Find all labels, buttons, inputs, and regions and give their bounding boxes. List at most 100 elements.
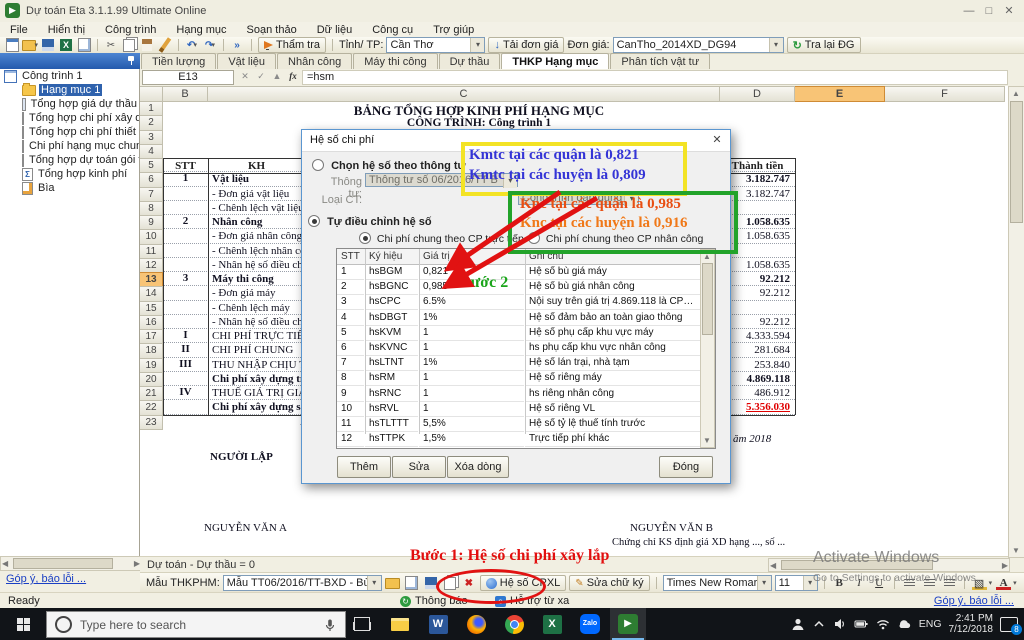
excel-export-button[interactable]: X	[58, 38, 74, 52]
coef-cell-ghi-chu[interactable]: Hệ số phụ cấp khu vực máy	[525, 325, 700, 341]
coef-cell-stt[interactable]: 8	[337, 370, 364, 386]
expand-icon[interactable]: ▲	[270, 70, 284, 83]
menu-item-soan-thao[interactable]: Soạn thảo	[247, 24, 297, 36]
tab-may-thi-cong[interactable]: Máy thi công	[353, 53, 437, 69]
coef-cell-stt[interactable]: 3	[337, 294, 364, 310]
coef-cell-ky-hieu[interactable]: hsKVNC	[365, 340, 418, 356]
column-header-e[interactable]: E	[795, 86, 885, 102]
sheet-v-scrollbar[interactable]: ▲ ▼	[1008, 86, 1024, 558]
clean-button[interactable]	[157, 38, 173, 52]
row-header-3[interactable]: 3	[140, 130, 163, 145]
taskbar-app-chrome[interactable]	[496, 608, 532, 640]
scroll-down-icon[interactable]: ▼	[703, 436, 711, 445]
scroll-down-icon[interactable]: ▼	[1012, 546, 1020, 555]
onedrive-cloud-icon[interactable]	[897, 617, 912, 631]
cut-button[interactable]: ✂	[103, 38, 119, 52]
coef-cell-ghi-chu[interactable]: hs phụ cấp khu vực nhân công	[525, 340, 700, 356]
taskbar-clock[interactable]: 2:41 PM 7/12/2018	[949, 613, 994, 635]
coef-cell-gia-tri[interactable]: 1	[419, 401, 524, 417]
coef-cell-ghi-chu[interactable]: Hệ số riêng VL	[525, 401, 700, 417]
tab-vat-lieu[interactable]: Vật liệu	[217, 53, 276, 69]
font-select[interactable]: Times New Romar ▾	[663, 575, 772, 591]
row-header-4[interactable]: 4	[140, 144, 163, 159]
coef-cell-ky-hieu[interactable]: hsKVM	[365, 325, 418, 341]
start-button[interactable]	[0, 608, 46, 640]
close-button[interactable]: ✕	[1000, 4, 1018, 18]
feedback-link-right[interactable]: Góp ý, báo lỗi ...	[934, 595, 1014, 607]
radio-cp-truc-tiep[interactable]: Chi phí chung theo CP trực tiếp	[359, 232, 524, 245]
province-select[interactable]: Cần Thơ ▾	[386, 37, 485, 53]
coef-cell-gia-tri[interactable]: 6.5%	[419, 294, 524, 310]
tree-root[interactable]: Công trình 1	[0, 69, 139, 83]
coef-cell-stt[interactable]: 10	[337, 401, 364, 417]
new-button[interactable]	[4, 38, 20, 52]
taskbar-search[interactable]: Type here to search	[46, 611, 346, 638]
coef-cell-gia-tri[interactable]: 1	[419, 386, 524, 402]
taskbar-app-zalo[interactable]: Zalo	[572, 608, 608, 640]
scroll-left-icon[interactable]: ◀	[770, 561, 776, 570]
save-button[interactable]	[40, 38, 56, 52]
row-header-12[interactable]: 12	[140, 258, 163, 273]
open-button[interactable]	[385, 576, 401, 590]
coef-cell-ky-hieu[interactable]: hsRNC	[365, 386, 418, 402]
column-header-d[interactable]: D	[720, 86, 795, 102]
sidebar-item-tong-hop-gia-du-thau[interactable]: Tổng hợp giá dự thầu	[0, 97, 139, 111]
menu-item-hang-muc[interactable]: Hạng mục	[176, 24, 226, 36]
fx-icon[interactable]: fx	[286, 70, 300, 83]
coef-cell-stt[interactable]: 1	[337, 264, 364, 280]
coef-cell-ky-hieu[interactable]: hsBGNC	[365, 279, 418, 295]
sua-button[interactable]: Sửa	[392, 456, 446, 478]
radio-thong-tu[interactable]: Chọn hệ số theo thông tư	[312, 159, 466, 172]
sidebar-item-hang-muc-1[interactable]: Hạng mục 1	[0, 83, 139, 97]
minimize-button[interactable]: —	[960, 4, 978, 18]
coef-cell-ghi-chu[interactable]: Hệ số riêng máy	[525, 370, 700, 386]
tra-lai-dg-button[interactable]: ↻ Tra lại ĐG	[787, 37, 861, 53]
tab-tien-luong[interactable]: Tiền lượng	[141, 53, 216, 69]
them-button[interactable]: Thêm	[337, 456, 391, 478]
row-header-5[interactable]: 5	[140, 158, 163, 173]
volume-icon[interactable]	[833, 617, 847, 631]
taskbar-app-file-explorer[interactable]	[382, 608, 418, 640]
coef-cell-gia-tri[interactable]: 5,5%	[419, 416, 524, 432]
row-header-9[interactable]: 9	[140, 215, 163, 230]
row-header-22[interactable]: 22	[140, 400, 163, 415]
battery-icon[interactable]	[854, 617, 869, 631]
menu-item-cong-trinh[interactable]: Công trình	[105, 24, 156, 36]
row-header-21[interactable]: 21	[140, 386, 163, 401]
coef-cell-ghi-chu[interactable]: hs riêng nhân công	[525, 386, 700, 402]
radio-tu-dieu-chinh[interactable]: Tự điều chỉnh hệ số	[308, 215, 432, 228]
coef-cell-stt[interactable]: 6	[337, 340, 364, 356]
tab-du-thau[interactable]: Dự thầu	[439, 53, 501, 69]
row-header-8[interactable]: 8	[140, 201, 163, 216]
scroll-left-icon[interactable]: ◀	[2, 559, 8, 568]
page-button[interactable]	[404, 576, 420, 590]
coef-cell-stt[interactable]: 12	[337, 431, 364, 447]
dialog-table-scrollbar[interactable]: ▲▼	[700, 249, 715, 448]
coef-cell-ky-hieu[interactable]: hsRM	[365, 370, 418, 386]
font-color-button[interactable]: A	[995, 575, 1012, 591]
coef-cell-ky-hieu[interactable]: hsDBGT	[365, 310, 418, 326]
cell-stt[interactable]: 3	[163, 272, 208, 286]
taskbar-app-excel[interactable]: X	[534, 608, 570, 640]
coef-cell-ky-hieu[interactable]: hsTLTTT	[365, 416, 418, 432]
xoa-dong-button[interactable]: Xóa dòng	[447, 456, 509, 478]
sidebar-item-tong-hop-chi-phi-xay-dung[interactable]: Tổng hợp chi phí xây dựng	[0, 111, 139, 125]
menu-item-cong-cu[interactable]: Công cụ	[372, 24, 413, 36]
coef-cell-ky-hieu[interactable]: hsTTPK	[365, 431, 418, 447]
row-header-13[interactable]: 13	[140, 272, 163, 287]
coef-cell-stt[interactable]: 4	[337, 310, 364, 326]
row-header-2[interactable]: 2	[140, 115, 163, 130]
scrollbar-thumb[interactable]	[1010, 101, 1023, 223]
sheet-corner[interactable]	[140, 86, 163, 102]
menu-item-file[interactable]: File	[10, 24, 28, 36]
coef-cell-gia-tri[interactable]: 1	[419, 340, 524, 356]
tab-phan-tich-vat-tu[interactable]: Phân tích vật tư	[610, 53, 710, 69]
row-header-10[interactable]: 10	[140, 229, 163, 244]
cell-stt[interactable]: IV	[163, 386, 208, 400]
row-header-16[interactable]: 16	[140, 315, 163, 330]
confirm-icon[interactable]: ✓	[254, 70, 268, 83]
row-header-11[interactable]: 11	[140, 244, 163, 259]
cell-stt[interactable]: I	[163, 329, 208, 343]
sua-chu-ky-button[interactable]: ✎ Sửa chữ ký	[569, 575, 649, 591]
coef-cell-ky-hieu[interactable]: hsCPC	[365, 294, 418, 310]
